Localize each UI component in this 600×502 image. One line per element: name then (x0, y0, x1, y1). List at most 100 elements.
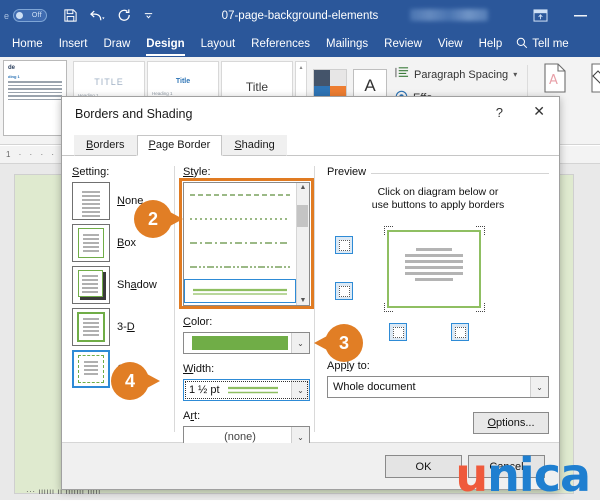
callout-badge-4: 4 (111, 362, 160, 400)
options-button-label: ptions... (496, 417, 535, 429)
chevron-up-icon[interactable]: ▲ (300, 184, 307, 191)
ribbon-display-options-icon[interactable] (520, 0, 560, 31)
setting-option-3d[interactable]: 3-D (72, 308, 174, 346)
bottom-border-button[interactable] (335, 282, 353, 300)
help-icon[interactable]: ? (496, 105, 503, 120)
style-option-dotted[interactable] (184, 207, 296, 231)
minimize-button[interactable] (560, 0, 600, 31)
preview-line (405, 254, 463, 257)
style-list[interactable] (184, 183, 296, 305)
options-button-accel: O (487, 417, 497, 429)
style-option-dash-dot[interactable] (184, 231, 296, 255)
autosave-label: e (4, 10, 10, 21)
tell-me-box[interactable]: Tell me (510, 37, 569, 52)
style-option-dashed[interactable] (184, 183, 296, 207)
preview-stage[interactable] (327, 218, 549, 341)
watermark-button[interactable]: A (534, 63, 576, 96)
ribbon-tab-insert[interactable]: Insert (51, 31, 96, 57)
right-border-button[interactable] (451, 323, 469, 341)
width-value-wrap: 1 ½ pt (184, 384, 291, 396)
ribbon-tab-design[interactable]: Design (138, 31, 192, 57)
ribbon-tab-home[interactable]: Home (4, 31, 51, 57)
style-list-scrollbar[interactable]: ▲ ▼ (296, 183, 309, 305)
watermark-first-letter: u (455, 448, 488, 502)
swatch-quadrant (330, 70, 346, 86)
chevron-down-icon[interactable]: ⌄ (530, 377, 548, 397)
tab-shading-label: hading (241, 139, 275, 151)
color-label: Color: (183, 316, 310, 328)
chevron-down-icon[interactable]: ▾ (513, 70, 517, 79)
save-icon[interactable] (63, 8, 78, 23)
dialog-body: Setting: None Box Shadow 3-D Style: ▲ ▼ … (62, 156, 559, 448)
style-option-dash-dot-dot[interactable] (184, 255, 296, 279)
ribbon-tab-view[interactable]: View (430, 31, 471, 57)
ribbon-tab-review[interactable]: Review (376, 31, 430, 57)
icon-lines (82, 275, 98, 295)
top-border-button[interactable] (335, 236, 353, 254)
tab-page-border-accel: P (148, 139, 156, 151)
width-dropdown[interactable]: 1 ½ pt ⌄ (183, 379, 310, 401)
apply-to-label: Apply to: (327, 360, 549, 372)
tab-page-border-label: age Border (155, 139, 211, 151)
ribbon-tab-layout[interactable]: Layout (193, 31, 244, 57)
user-account-name[interactable] (410, 9, 488, 21)
tab-page-border[interactable]: Page Border (136, 135, 223, 156)
autosave-switch[interactable]: Off (13, 9, 48, 22)
style-option-double-line[interactable] (184, 279, 296, 303)
chevron-down-icon[interactable]: ⌄ (291, 380, 309, 400)
ok-button[interactable]: OK (385, 455, 462, 478)
autosave-toggle[interactable]: e Off (4, 9, 48, 22)
options-button[interactable]: Options... (473, 412, 549, 434)
tab-shading[interactable]: Shading (222, 135, 287, 156)
ribbon-tab-draw[interactable]: Draw (95, 31, 138, 57)
preview-column: Preview Click on diagram below or use bu… (319, 156, 559, 442)
chevron-down-icon[interactable] (143, 10, 154, 21)
thumb-subheading: ding 1 (8, 74, 20, 79)
label-pre: 3- (117, 321, 127, 333)
ribbon-tab-mailings[interactable]: Mailings (318, 31, 376, 57)
document-formatting-thumbnail[interactable]: de ding 1 (3, 60, 67, 136)
left-border-button[interactable] (389, 323, 407, 341)
width-label-rest: idth: (193, 363, 215, 375)
chevron-up-icon[interactable]: ▴ (299, 64, 302, 71)
paragraph-spacing-button[interactable]: Paragraph Spacing ▾ (395, 66, 517, 83)
style-label-rest: yle: (193, 166, 211, 178)
thumb-heading: de (8, 65, 16, 71)
preview-hint-line2: use buttons to apply borders (371, 199, 505, 211)
chevron-down-icon[interactable]: ▼ (300, 297, 307, 304)
close-icon[interactable]: ✕ (533, 104, 545, 118)
dialog-title-bar: Borders and Shading ? ✕ (62, 97, 559, 133)
setting-label-rest: etting: (79, 166, 110, 178)
setting-option-3d-label: 3-D (117, 321, 135, 333)
thumb-line (8, 95, 62, 97)
callout-badge-3: 3 (314, 324, 363, 362)
accel: D (126, 321, 135, 333)
page-color-icon (590, 63, 600, 96)
chevron-down-icon[interactable]: ⌄ (291, 333, 309, 353)
label-pre: Sh (117, 279, 131, 291)
callout-3-number: 3 (338, 332, 349, 353)
icon-lines (83, 234, 99, 254)
redo-icon[interactable] (117, 8, 132, 23)
ribbon-tab-help[interactable]: Help (471, 31, 511, 57)
window-title-bar: e Off 07-page-background-elements (0, 0, 600, 31)
color-dropdown[interactable]: ⌄ (183, 332, 310, 354)
undo-icon[interactable] (89, 8, 106, 23)
width-label-accel: W (183, 363, 194, 375)
ribbon-tab-references[interactable]: References (243, 31, 318, 57)
art-value: (none) (224, 431, 256, 443)
ribbon-tab-strip: Home Insert Draw Design Layout Reference… (0, 31, 600, 57)
style-listbox[interactable]: ▲ ▼ (183, 182, 310, 306)
style-card-title: Title (175, 78, 191, 85)
preview-hint: Click on diagram below or use buttons to… (327, 186, 549, 212)
page-color-button[interactable] (582, 63, 600, 96)
search-icon (516, 37, 528, 52)
art-label-post: t: (194, 410, 201, 422)
setting-option-shadow[interactable]: Shadow (72, 266, 174, 304)
preview-document[interactable] (387, 230, 481, 308)
color-value (184, 336, 291, 350)
scrollbar-thumb[interactable] (297, 205, 308, 227)
tab-borders[interactable]: Borders (74, 135, 137, 156)
preview-line (415, 278, 453, 281)
apply-to-dropdown[interactable]: Whole document ⌄ (327, 376, 549, 398)
